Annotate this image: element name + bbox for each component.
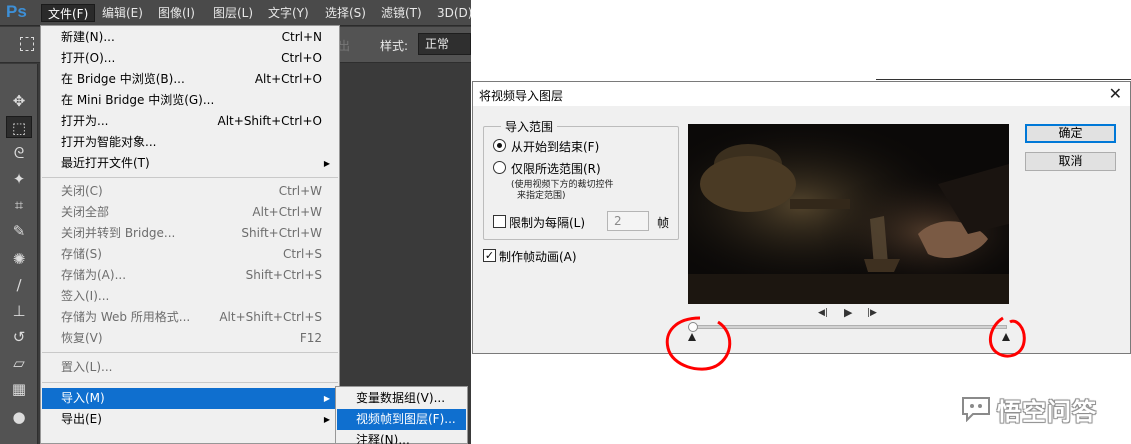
- watermark-text: 悟空问答: [997, 398, 1097, 426]
- watermark: 悟空问答: [955, 388, 1131, 428]
- annotation-layer: [665, 316, 1026, 371]
- annotation-circle-start: [665, 316, 732, 371]
- annotation-circle-end: [988, 316, 1026, 358]
- chat-bubble-icon: [962, 397, 990, 422]
